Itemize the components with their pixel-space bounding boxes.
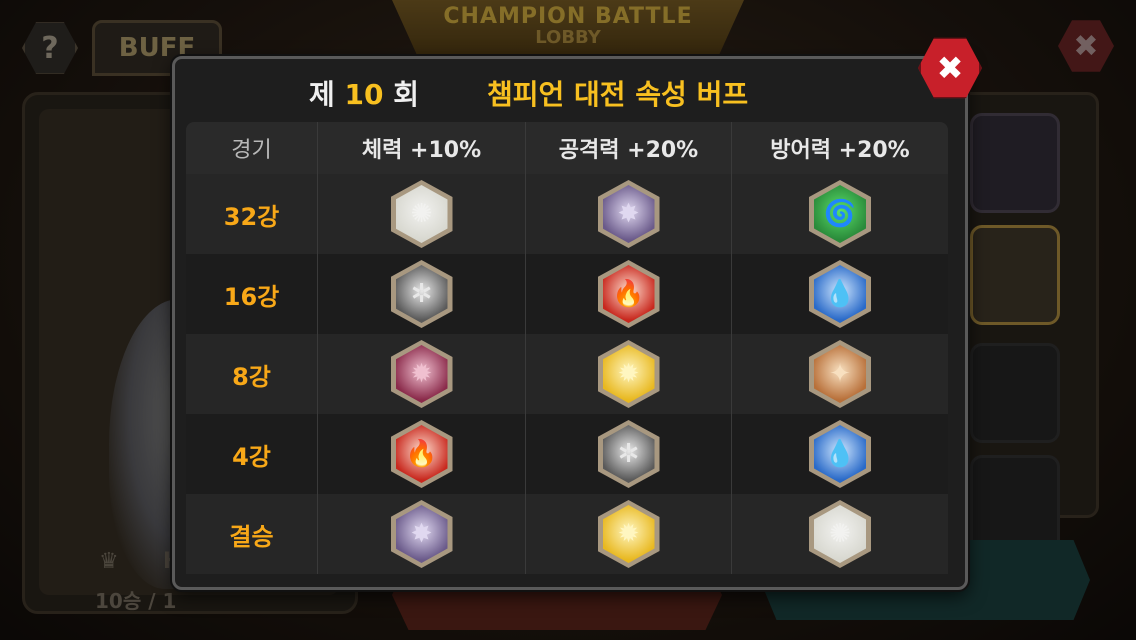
water-element-icon[interactable]: 💧 bbox=[809, 260, 871, 328]
header-label: 경기 bbox=[231, 138, 272, 163]
round-number: 10 bbox=[344, 78, 384, 111]
buff-cell: 🌀 bbox=[732, 174, 948, 254]
stage-cell: 결승 bbox=[186, 494, 318, 574]
buff-cell: 🔥 bbox=[526, 254, 732, 334]
stage-label: 결승 bbox=[229, 522, 274, 551]
header-cell-hp: 체력 +10% bbox=[318, 122, 526, 174]
buff-table: 경기 체력 +10% 공격력 +20% 방어력 +20% 32강 ✺ ✸ 🌀 16강 ✲ 🔥… bbox=[186, 122, 948, 574]
buff-cell: ✲ bbox=[526, 414, 732, 494]
buff-cell: 🔥 bbox=[318, 414, 526, 494]
wind-element-glyph: 🌀 bbox=[814, 185, 866, 243]
header-cell-defense: 방어력 +20% bbox=[732, 122, 948, 174]
light-element-icon[interactable]: ✺ bbox=[390, 180, 453, 248]
earth-element-icon[interactable]: ✦ bbox=[809, 340, 871, 408]
dark-element-icon[interactable]: ✸ bbox=[390, 500, 453, 568]
buff-cell: ✺ bbox=[318, 174, 526, 254]
header-cell-attack: 공격력 +20% bbox=[526, 122, 732, 174]
modal-title: 챔피언 대전 속성 버프 bbox=[487, 78, 749, 111]
stage-label: 4강 bbox=[232, 442, 271, 471]
buff-cell: ✸ bbox=[318, 494, 526, 574]
fire-element-icon[interactable]: 🔥 bbox=[597, 260, 660, 328]
light-element-glyph: ✺ bbox=[395, 185, 448, 243]
stage-cell: 4강 bbox=[186, 414, 318, 494]
table-row: 4강 🔥 ✲ 💧 bbox=[186, 414, 948, 494]
buff-cell: ✦ bbox=[732, 334, 948, 414]
stage-label: 32강 bbox=[223, 202, 280, 231]
electric-element-glyph: ✹ bbox=[602, 345, 655, 403]
close-icon: ✖ bbox=[936, 49, 964, 87]
table-row: 16강 ✲ 🔥 💧 bbox=[186, 254, 948, 334]
modal-header: 제 10 회 챔피언 대전 속성 버프 bbox=[175, 59, 965, 121]
light-element-glyph: ✺ bbox=[814, 505, 866, 563]
metal-element-icon[interactable]: ✲ bbox=[597, 420, 660, 488]
header-label: 체력 +10% bbox=[361, 138, 482, 163]
buff-cell: 💧 bbox=[732, 414, 948, 494]
fire-element-glyph: 🔥 bbox=[602, 265, 655, 323]
water-element-glyph: 💧 bbox=[814, 425, 866, 483]
stage-label: 16강 bbox=[223, 282, 280, 311]
earth-element-glyph: ✦ bbox=[814, 345, 866, 403]
fire-element-glyph: 🔥 bbox=[395, 425, 448, 483]
buff-cell: 💧 bbox=[732, 254, 948, 334]
light-element-icon[interactable]: ✺ bbox=[809, 500, 871, 568]
round-label: 제 10 회 bbox=[309, 73, 419, 113]
buff-cell: ✲ bbox=[318, 254, 526, 334]
table-row: 32강 ✺ ✸ 🌀 bbox=[186, 174, 948, 254]
water-element-icon[interactable]: 💧 bbox=[809, 420, 871, 488]
buff-cell: ✸ bbox=[526, 174, 732, 254]
buff-cell: ✹ bbox=[526, 494, 732, 574]
header-label: 공격력 +20% bbox=[558, 138, 699, 163]
round-suffix: 회 bbox=[383, 78, 419, 111]
stage-cell: 8강 bbox=[186, 334, 318, 414]
water-element-glyph: 💧 bbox=[814, 265, 866, 323]
buff-cell: ✹ bbox=[526, 334, 732, 414]
demon-element-glyph: ✹ bbox=[395, 345, 448, 403]
fire-element-icon[interactable]: 🔥 bbox=[390, 420, 453, 488]
wind-element-icon[interactable]: 🌀 bbox=[809, 180, 871, 248]
buff-cell: ✹ bbox=[318, 334, 526, 414]
header-cell-match: 경기 bbox=[186, 122, 318, 174]
header-label: 방어력 +20% bbox=[770, 138, 910, 163]
stage-cell: 16강 bbox=[186, 254, 318, 334]
metal-element-glyph: ✲ bbox=[602, 425, 655, 483]
dark-element-glyph: ✸ bbox=[395, 505, 448, 563]
buff-cell: ✺ bbox=[732, 494, 948, 574]
round-prefix: 제 bbox=[309, 78, 345, 111]
dark-element-icon[interactable]: ✸ bbox=[597, 180, 660, 248]
table-row: 결승 ✸ ✹ ✺ bbox=[186, 494, 948, 574]
electric-element-icon[interactable]: ✹ bbox=[597, 500, 660, 568]
stage-label: 8강 bbox=[232, 362, 271, 391]
demon-element-icon[interactable]: ✹ bbox=[390, 340, 453, 408]
table-header-row: 경기 체력 +10% 공격력 +20% 방어력 +20% bbox=[186, 122, 948, 174]
metal-element-glyph: ✲ bbox=[395, 265, 448, 323]
metal-element-icon[interactable]: ✲ bbox=[390, 260, 453, 328]
stage-cell: 32강 bbox=[186, 174, 318, 254]
dark-element-glyph: ✸ bbox=[602, 185, 655, 243]
electric-element-icon[interactable]: ✹ bbox=[597, 340, 660, 408]
electric-element-glyph: ✹ bbox=[602, 505, 655, 563]
table-row: 8강 ✹ ✹ ✦ bbox=[186, 334, 948, 414]
